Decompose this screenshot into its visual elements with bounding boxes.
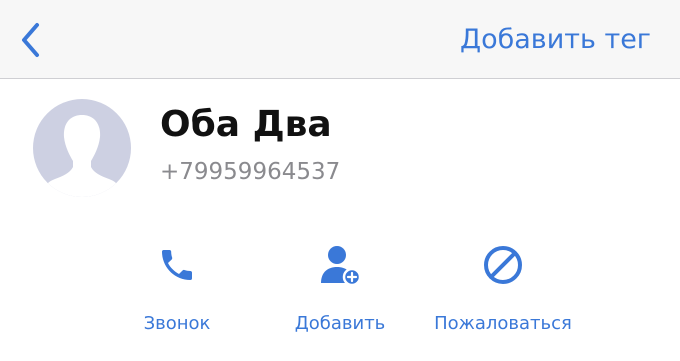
back-button[interactable]	[8, 18, 52, 62]
contact-name: Оба Два	[160, 104, 332, 145]
call-button[interactable]: Звонок	[127, 240, 227, 336]
report-button[interactable]: Пожаловаться	[418, 240, 588, 336]
phone-icon	[152, 240, 202, 290]
contact-screen: Добавить тег Оба Два +79959964537 Звонок…	[0, 0, 680, 361]
call-label: Звонок	[143, 313, 211, 334]
contact-phone: +79959964537	[160, 159, 341, 185]
add-tag-button[interactable]: Добавить тег	[460, 22, 651, 58]
default-avatar-silhouette-icon	[41, 115, 123, 197]
report-label: Пожаловаться	[434, 313, 572, 334]
chevron-left-icon	[22, 23, 39, 57]
block-icon	[478, 240, 528, 290]
avatar	[33, 99, 131, 197]
add-contact-button[interactable]: Добавить	[280, 240, 400, 336]
navigation-bar: Добавить тег	[0, 0, 680, 79]
add-contact-icon	[315, 240, 365, 290]
add-contact-label: Добавить	[294, 313, 386, 334]
